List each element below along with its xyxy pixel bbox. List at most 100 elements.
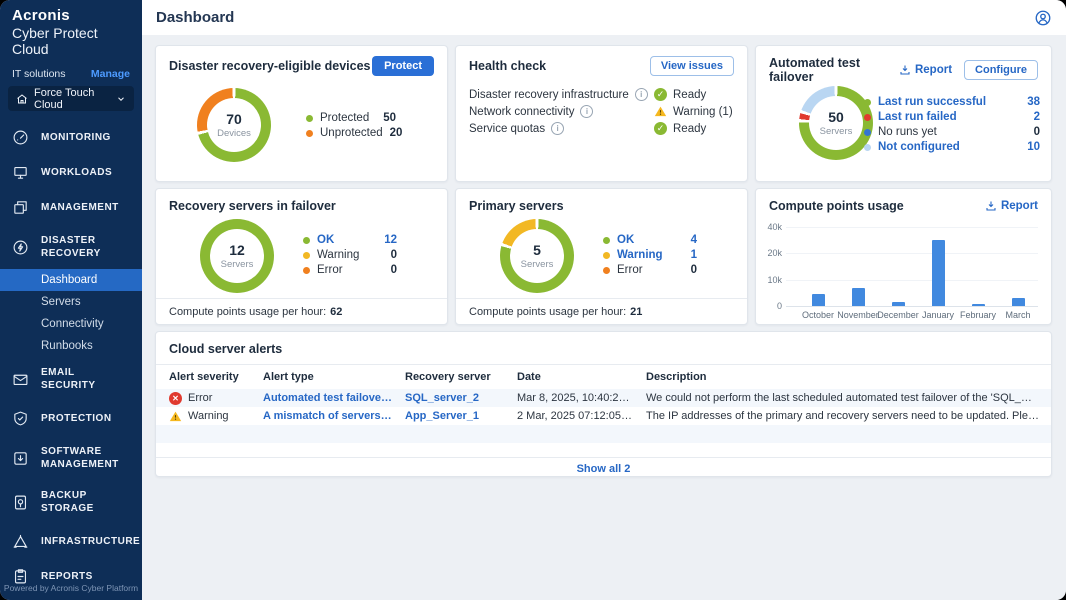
card-primary-servers: Primary servers 5 Servers OK4Warning1Err…: [455, 188, 748, 325]
compute-points-value: 62: [330, 306, 342, 318]
legend-label[interactable]: OK: [617, 234, 684, 246]
legend-dot: [603, 267, 610, 274]
configure-button[interactable]: Configure: [964, 60, 1038, 80]
legend-label: Warning: [317, 249, 384, 261]
sidebar-item-label: REPORTS: [41, 570, 93, 583]
card-eligible-devices: Disaster recovery-eligible devices Prote…: [155, 45, 448, 182]
recovery-server-link[interactable]: SQL_server_2: [405, 392, 517, 404]
card-health-check: Health check View issues Disaster recove…: [455, 45, 748, 182]
column-header: Alert severity: [169, 371, 263, 383]
sidebar-item-label: PROTECTION: [41, 412, 112, 425]
sidebar-item-software-management[interactable]: SOFTWARE MANAGEMENT: [0, 436, 142, 480]
info-icon[interactable]: [580, 105, 593, 118]
download-icon: [985, 200, 997, 212]
donut-center-unit: Devices: [217, 128, 251, 139]
sidebar-item-label: EMAIL SECURITY: [41, 366, 130, 392]
card-cloud-server-alerts: Cloud server alerts Alert severityAlert …: [155, 331, 1052, 477]
legend-dot: [306, 130, 313, 137]
legend-dot: [603, 237, 610, 244]
sidebar-item-disaster-recovery[interactable]: DISASTER RECOVERY: [0, 225, 142, 269]
manage-link[interactable]: Manage: [91, 68, 130, 80]
sidebar-nav: MONITORING WORKLOADS MANAGEMENT DISASTER RE…: [0, 120, 142, 600]
empty-row: [156, 443, 1051, 457]
compute-points-footer: Compute points usage per hour: 62: [156, 298, 447, 324]
legend-item[interactable]: Warning 1: [603, 249, 697, 261]
brand-line2: Cyber Protect Cloud: [12, 25, 130, 57]
sidebar-item-label: WORKLOADS: [41, 166, 112, 179]
empty-row-stripe: [156, 425, 1051, 443]
legend-value: 12: [384, 234, 397, 246]
sidebar-item-label: SOFTWARE MANAGEMENT: [41, 445, 130, 471]
column-header: Recovery server: [405, 371, 517, 383]
powered-by: Powered by Acronis Cyber Platform: [0, 583, 142, 593]
alert-severity: Warning: [169, 410, 263, 423]
sidebar-item-management[interactable]: MANAGEMENT: [0, 190, 142, 225]
card-test-failover: Automated test failover Report Configure…: [755, 45, 1052, 182]
health-check-label: Service quotas: [469, 123, 545, 135]
card-compute-points-usage: Compute points usage Report 010k20k40kOc…: [755, 188, 1052, 325]
alert-type-link[interactable]: A mismatch of servers' network...: [263, 410, 405, 422]
sidebar-item-label: DISASTER RECOVERY: [41, 234, 130, 260]
legend-label[interactable]: Last run successful: [878, 96, 1020, 108]
primary-servers-donut: 5 Servers: [500, 219, 574, 293]
legend-value: 1: [691, 249, 697, 261]
legend-dot: [303, 267, 310, 274]
sidebar-subitem-servers[interactable]: Servers: [0, 291, 142, 313]
bar-january: [932, 240, 945, 306]
sidebar-item-infrastructure[interactable]: INFRASTRUCTURE: [0, 524, 142, 559]
sidebar-subitem-dashboard[interactable]: Dashboard: [0, 269, 142, 291]
legend-item[interactable]: Last run failed2: [864, 111, 1040, 123]
legend-label: No runs yet: [878, 126, 1027, 138]
show-all-link[interactable]: Show all 2: [577, 463, 631, 475]
protect-button[interactable]: Protect: [372, 56, 434, 76]
shield-icon: [12, 410, 29, 427]
sidebar-item-email-security[interactable]: EMAIL SECURITY: [0, 357, 142, 401]
legend-label[interactable]: OK: [317, 234, 377, 246]
legend-item[interactable]: OK4: [603, 234, 697, 246]
sidebar-subitem-runbooks[interactable]: Runbooks: [0, 335, 142, 357]
legend-item[interactable]: OK 12: [303, 234, 397, 246]
ok-check-icon: ✓: [654, 88, 667, 101]
alert-type-link[interactable]: Automated test failover failed: [263, 392, 405, 404]
bar-february: [972, 304, 985, 306]
y-axis-tick-label: 10k: [760, 275, 782, 285]
card-title: Disaster recovery-eligible devices: [169, 59, 371, 73]
donut-center-value: 50: [828, 109, 844, 125]
legend-item[interactable]: Last run successful38: [864, 96, 1040, 108]
warning-icon: [654, 105, 667, 118]
test-failover-donut: 50 Servers: [799, 86, 873, 160]
card-title: Recovery servers in failover: [169, 199, 336, 213]
org-label: IT solutions: [12, 68, 66, 80]
tenant-selector[interactable]: Force Touch Cloud: [8, 86, 134, 111]
health-check-row: Service quotas ✓Ready: [456, 120, 747, 137]
legend-item[interactable]: Not configured10: [864, 141, 1040, 153]
legend-label[interactable]: Last run failed: [878, 111, 1027, 123]
sidebar-subitem-connectivity[interactable]: Connectivity: [0, 313, 142, 335]
legend-value: 0: [391, 264, 397, 276]
chevron-down-icon: [116, 94, 126, 104]
sidebar-item-protection[interactable]: PROTECTION: [0, 401, 142, 436]
sidebar: Acronis Cyber Protect Cloud IT solutions…: [0, 0, 142, 600]
legend-label[interactable]: Not configured: [878, 141, 1020, 153]
report-link[interactable]: Report: [985, 200, 1038, 212]
info-icon[interactable]: [551, 122, 564, 135]
info-icon[interactable]: [635, 88, 648, 101]
sidebar-item-label: INFRASTRUCTURE: [41, 535, 140, 548]
alerts-footer: Show all 2: [156, 457, 1051, 479]
legend-item: Error0: [303, 264, 397, 276]
view-issues-button[interactable]: View issues: [650, 56, 734, 76]
sidebar-item-monitoring[interactable]: MONITORING: [0, 120, 142, 155]
download-icon: [899, 64, 911, 76]
column-header: Alert type: [263, 371, 405, 383]
sidebar-item-backup-storage[interactable]: BACKUP STORAGE: [0, 480, 142, 524]
legend-label: Protected: [320, 112, 376, 124]
legend-item: Error0: [603, 264, 697, 276]
account-icon[interactable]: [1034, 9, 1052, 27]
recovery-server-link[interactable]: App_Server_1: [405, 410, 517, 422]
sidebar-item-workloads[interactable]: WORKLOADS: [0, 155, 142, 190]
legend-label: Error: [617, 264, 684, 276]
health-check-status: ✓Ready: [654, 122, 706, 135]
report-link[interactable]: Report: [899, 64, 952, 76]
legend-label[interactable]: Warning: [617, 249, 684, 261]
sidebar-item-settings[interactable]: SETTINGS: [0, 594, 142, 600]
